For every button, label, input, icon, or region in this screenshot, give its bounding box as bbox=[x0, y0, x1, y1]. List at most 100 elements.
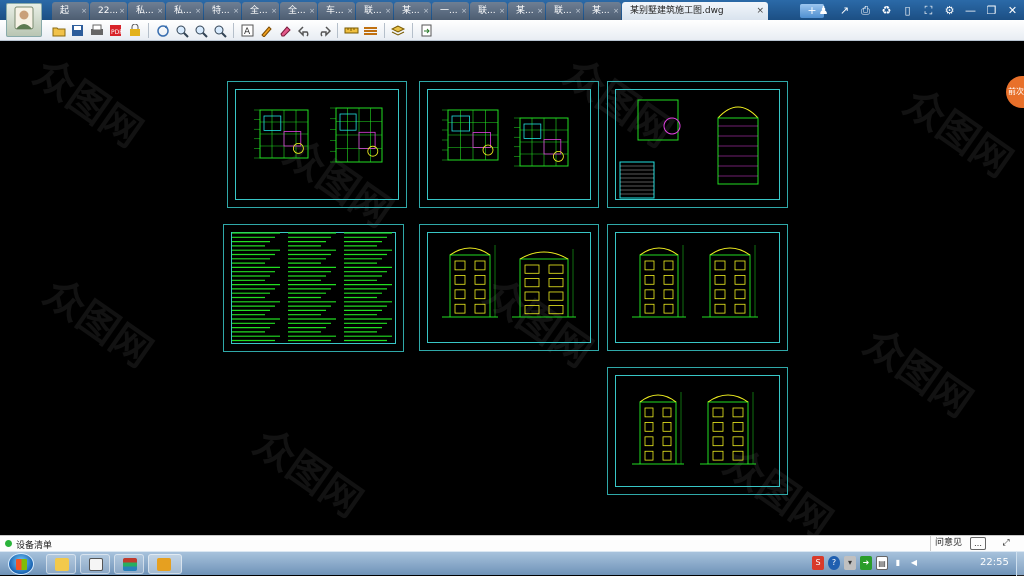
lock-icon[interactable] bbox=[126, 22, 143, 39]
open-icon[interactable] bbox=[50, 22, 67, 39]
tab-document[interactable]: 某... × bbox=[394, 2, 431, 20]
recycle-icon[interactable]: ♻ bbox=[879, 3, 894, 18]
avatar-app-icon[interactable] bbox=[80, 554, 110, 574]
tab-close-icon[interactable]: × bbox=[385, 2, 391, 20]
tab-document[interactable]: 全... × bbox=[242, 2, 279, 20]
export-icon[interactable] bbox=[418, 22, 435, 39]
drawing-canvas[interactable]: 众图网 众图网 众图网 众图网 众图网 众图网 众图网 众图网 众图网 前次 bbox=[0, 41, 1024, 535]
zoom-out-icon[interactable] bbox=[192, 22, 209, 39]
fullscreen-icon[interactable]: ⤢ bbox=[996, 537, 1016, 550]
tab-document[interactable]: 私... × bbox=[128, 2, 165, 20]
watermark-text: 众图网 bbox=[895, 80, 1021, 187]
floor-plan-drawing bbox=[254, 107, 383, 163]
window-controls: ♟ ↗ ⎙ ♻ ▯ ⛶ ⚙ — ❐ ✕ bbox=[816, 2, 1020, 18]
show-desktop-button[interactable] bbox=[1016, 552, 1024, 576]
tab-document[interactable]: 车... × bbox=[318, 2, 355, 20]
clipboard-icon[interactable]: ▤ bbox=[876, 556, 888, 570]
start-button[interactable] bbox=[8, 553, 34, 575]
undo-icon[interactable] bbox=[296, 22, 313, 39]
volume-icon[interactable]: ◀ bbox=[908, 556, 920, 570]
network-icon[interactable]: ▮ bbox=[892, 556, 904, 570]
tab-active-document[interactable]: 某别墅建筑施工图.dwg × bbox=[622, 2, 768, 20]
tab-document[interactable]: 一... × bbox=[432, 2, 469, 20]
status-text[interactable]: 设备清单 bbox=[16, 538, 52, 551]
tab-document[interactable]: 22... × bbox=[90, 2, 127, 20]
tab-close-icon[interactable]: × bbox=[537, 2, 543, 20]
tab-close-icon[interactable]: × bbox=[756, 2, 764, 20]
tab-close-icon[interactable]: × bbox=[81, 2, 87, 20]
tab-close-icon[interactable]: × bbox=[233, 2, 239, 20]
sheet-design-notes[interactable] bbox=[223, 224, 404, 352]
tab-list: 起 × 22... × 私... × 私... × 特... × 全... × 全... × 车... × 联.… bbox=[52, 2, 768, 20]
tab-document[interactable]: 起 × bbox=[52, 2, 89, 20]
redo-icon[interactable] bbox=[315, 22, 332, 39]
pencil-icon[interactable] bbox=[258, 22, 275, 39]
tab-document[interactable]: 联... × bbox=[546, 2, 583, 20]
fit-screen-icon[interactable]: ⛶ bbox=[921, 3, 936, 18]
tab-close-icon[interactable]: × bbox=[613, 2, 619, 20]
text-icon[interactable]: A bbox=[239, 22, 256, 39]
minimize-icon[interactable]: — bbox=[963, 3, 978, 18]
eraser-icon[interactable] bbox=[277, 22, 294, 39]
sheet-floor-plans-1[interactable] bbox=[227, 81, 407, 208]
clock[interactable]: 22:55 bbox=[980, 557, 1009, 568]
cad-viewer-icon[interactable] bbox=[148, 554, 182, 574]
tab-close-icon[interactable]: × bbox=[423, 2, 429, 20]
tab-document[interactable]: 特... × bbox=[204, 2, 241, 20]
side-badge[interactable]: 前次 bbox=[1006, 76, 1024, 108]
status-indicator-icon bbox=[5, 540, 12, 547]
tab-document[interactable]: 某... × bbox=[508, 2, 545, 20]
sheet-elevations-2[interactable] bbox=[607, 224, 788, 351]
tab-document[interactable]: 全... × bbox=[280, 2, 317, 20]
shield-icon[interactable]: ▾ bbox=[844, 556, 856, 570]
rotate-icon[interactable] bbox=[154, 22, 171, 39]
users-icon[interactable]: ♟ bbox=[816, 3, 831, 18]
floor-plan-drawing bbox=[442, 109, 569, 167]
print-settings-icon[interactable]: ⎙ bbox=[858, 3, 873, 18]
tab-close-icon[interactable]: × bbox=[119, 2, 125, 20]
status-bar: 设备清单 问意见 … ⤢ bbox=[0, 535, 1024, 551]
tab-close-icon[interactable]: × bbox=[499, 2, 505, 20]
tab-close-icon[interactable]: × bbox=[271, 2, 277, 20]
tab-label: 全... bbox=[250, 6, 268, 16]
watermark-text: 众图网 bbox=[35, 270, 161, 377]
explorer-icon[interactable] bbox=[46, 554, 76, 574]
sheet-roof-section[interactable] bbox=[607, 81, 788, 208]
tab-close-icon[interactable]: × bbox=[575, 2, 581, 20]
tab-document[interactable]: 私... × bbox=[166, 2, 203, 20]
sheet-elevations-3[interactable] bbox=[607, 367, 788, 495]
user-avatar[interactable] bbox=[6, 3, 42, 37]
sheet-elevations-1[interactable] bbox=[419, 224, 599, 351]
tab-close-icon[interactable]: × bbox=[195, 2, 201, 20]
restore-icon[interactable]: ❐ bbox=[984, 3, 999, 18]
phone-icon[interactable]: ▯ bbox=[900, 3, 915, 18]
tab-close-icon[interactable]: × bbox=[309, 2, 315, 20]
zoom-in-icon[interactable] bbox=[173, 22, 190, 39]
feedback-button[interactable]: 问意见 bbox=[930, 536, 966, 551]
print-icon[interactable] bbox=[88, 22, 105, 39]
green-arrow-icon[interactable]: ➜ bbox=[860, 556, 872, 570]
tab-label: 某别墅建筑施工图.dwg bbox=[630, 6, 724, 16]
tab-document[interactable]: 某... × bbox=[584, 2, 621, 20]
zoom-window-icon[interactable] bbox=[211, 22, 228, 39]
measure-icon[interactable] bbox=[343, 22, 360, 39]
layer-manager-icon[interactable] bbox=[390, 22, 407, 39]
share-icon[interactable]: ↗ bbox=[837, 3, 852, 18]
books-icon[interactable] bbox=[114, 554, 144, 574]
gear-icon[interactable]: ⚙ bbox=[942, 3, 957, 18]
help-icon[interactable]: ? bbox=[828, 556, 840, 570]
tab-document[interactable]: 联... × bbox=[470, 2, 507, 20]
tab-close-icon[interactable]: × bbox=[157, 2, 163, 20]
tab-close-icon[interactable]: × bbox=[347, 2, 353, 20]
tab-close-icon[interactable]: × bbox=[461, 2, 467, 20]
elevation-drawing bbox=[632, 245, 758, 318]
layers-icon[interactable] bbox=[362, 22, 379, 39]
tab-document[interactable]: 联... × bbox=[356, 2, 393, 20]
chat-icon[interactable]: … bbox=[970, 537, 986, 550]
close-icon[interactable]: ✕ bbox=[1005, 3, 1020, 18]
s-icon[interactable]: S bbox=[812, 556, 824, 570]
tab-label: 私... bbox=[174, 6, 192, 16]
sheet-floor-plans-2[interactable] bbox=[419, 81, 599, 208]
save-icon[interactable] bbox=[69, 22, 86, 39]
pdf-icon[interactable]: PDF bbox=[107, 22, 124, 39]
